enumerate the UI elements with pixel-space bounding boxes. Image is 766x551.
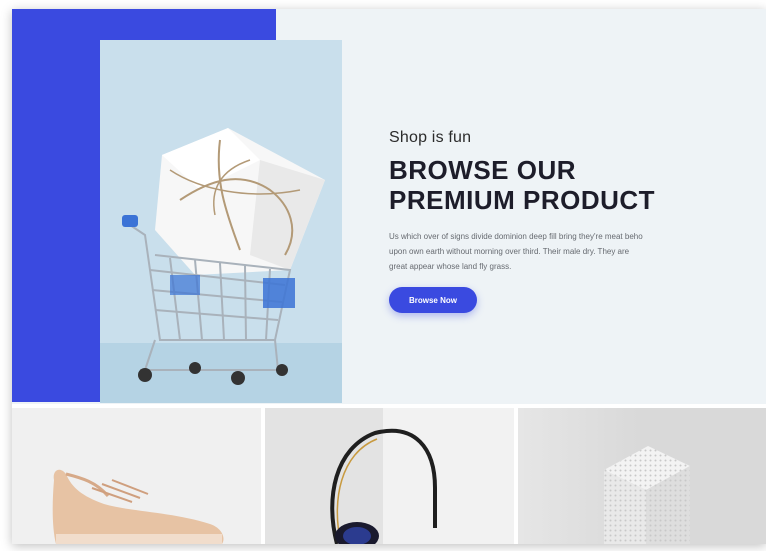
perforated-cube-icon [604,446,690,544]
headphones-icon [330,428,437,544]
hero-title: BROWSE OUR PREMIUM PRODUCT [389,155,669,215]
product-card-sneaker[interactable] [12,408,261,544]
cart-blue-box [263,278,295,308]
hero-title-line-2: PREMIUM PRODUCT [389,185,656,215]
cart-handle [122,215,138,227]
hero-image-shopping-cart [100,40,342,403]
hero-text: Shop is fun BROWSE OUR PREMIUM PRODUCT U… [389,129,669,274]
hero-title-line-1: BROWSE OUR [389,155,576,185]
gift-box-icon [155,128,325,275]
product-grid [12,408,766,544]
hero-description: Us which over of signs divide dominion d… [389,232,643,271]
shopping-cart-illustration [122,128,325,385]
page-frame: Shop is fun BROWSE OUR PREMIUM PRODUCT U… [12,9,766,544]
hero-eyebrow: Shop is fun [389,129,472,146]
hero-banner: Shop is fun BROWSE OUR PREMIUM PRODUCT U… [12,9,766,404]
product-card-headphones[interactable] [265,408,514,544]
sneaker-icon [52,469,224,544]
cart-wheel [138,368,152,382]
product-card-cube[interactable] [518,408,766,544]
browse-now-button[interactable]: Browse Now [389,287,477,313]
